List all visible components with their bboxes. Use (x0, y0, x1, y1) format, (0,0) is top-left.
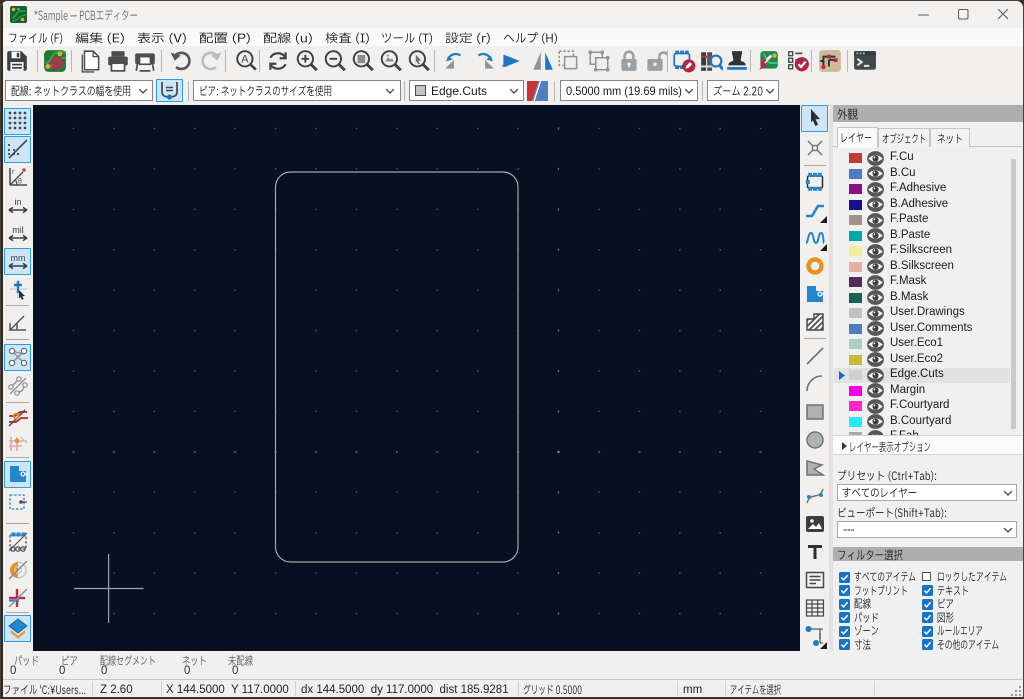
svg-text:mil: mil (12, 225, 24, 235)
svg-text:θ: θ (18, 179, 22, 186)
svg-text:in: in (14, 197, 21, 207)
svg-text:r: r (12, 169, 15, 176)
svg-text:A: A (241, 54, 249, 66)
svg-text:mm: mm (11, 253, 26, 263)
